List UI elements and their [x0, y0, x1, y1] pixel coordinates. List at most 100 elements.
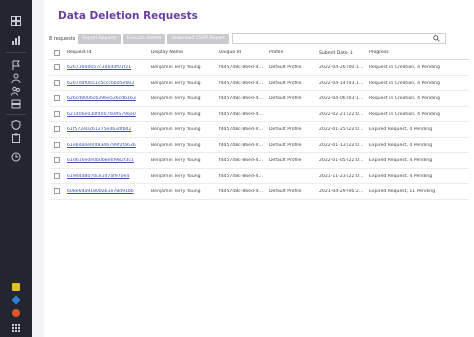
request-id-link[interactable]: 608e6da9180ba61e78d91b6 — [67, 189, 147, 194]
unique-id: f4d5748c-86ed-4a... — [219, 173, 264, 179]
submit-date: 2022-04-26T00:14... — [319, 65, 364, 70]
table-row[interactable]: 62673000057c346ddf01f21 Benjamin Terry Y… — [49, 60, 469, 76]
request-id-link[interactable]: 626cd8006cb296e526cdb163 — [67, 96, 147, 101]
submit-date: 2022-04-14T03:14... — [319, 80, 364, 86]
display-name: Benjamin Terry Young — [151, 158, 201, 163]
progress: Request in Creation, 4 Pending — [369, 111, 440, 117]
row-checkbox[interactable] — [54, 141, 60, 148]
display-name: Benjamin Terry Young — [151, 96, 201, 101]
display-name: Benjamin Terry Young — [151, 65, 201, 70]
sidebar-divider — [6, 52, 26, 53]
row-checkbox[interactable] — [54, 172, 60, 179]
sidebar — [0, 0, 32, 337]
header-request-id[interactable]: Request Id — [67, 50, 147, 55]
request-id-link[interactable]: 6267d4f0b51c5ccc6bd5e6b3 — [67, 81, 147, 86]
profile: Default Profile — [269, 189, 302, 194]
request-id-link[interactable]: 61d616e0e0b0b8e6f982f3c1 — [67, 158, 147, 163]
display-name: Benjamin Terry Young — [151, 189, 201, 194]
table-row[interactable]: 608e6da9180ba61e78d91b6 Benjamin Terry Y… — [49, 184, 469, 200]
header-unique-id[interactable]: Unique Id — [219, 50, 264, 55]
clock-icon[interactable] — [6, 150, 26, 164]
submit-date: 2021-04-29T06:27... — [319, 189, 364, 194]
progress: Expired Request, 4 Pending — [369, 127, 433, 132]
row-checkbox[interactable] — [54, 110, 60, 117]
flag-icon[interactable] — [6, 58, 26, 72]
unique-id: f4d5748c-86ed-4a... — [219, 189, 264, 194]
submit-date: 2021-11-23T22:03... — [319, 173, 364, 179]
table-row[interactable]: 61f572e0261275e463dfbd2 Benjamin Terry Y… — [49, 122, 469, 138]
table-row[interactable]: 6267d4f0b51c5ccc6bd5e6b3 Benjamin Terry … — [49, 76, 469, 91]
request-id-link[interactable]: 62673000057c346ddf01f21 — [67, 65, 147, 70]
row-checkbox[interactable] — [54, 64, 60, 70]
display-name: Benjamin Terry Young — [151, 173, 201, 179]
request-count: 8 requests — [49, 36, 76, 42]
page-title: Data Deletion Requests — [58, 10, 198, 22]
profile: Default Profile — [269, 158, 302, 163]
shield-user-icon[interactable] — [6, 118, 26, 132]
row-checkbox[interactable] — [54, 126, 60, 132]
unique-id: f4d5748c-86ed-4a... — [219, 142, 264, 148]
table-row[interactable]: 621406e030f4007fa9fa796e0 Benjamin Terry… — [49, 107, 469, 122]
submit-date: 2022-02-21T22:08... — [319, 111, 364, 117]
unique-id: f4d5748c-86ed-4a... — [219, 80, 264, 86]
progress: Expired Request, 4 Pending — [369, 158, 433, 163]
toolbar: 8 requests Export Reports Execute Delete… — [49, 33, 231, 45]
header-progress[interactable]: Progress — [369, 50, 469, 55]
submit-date: 2022-01-05T22:03... — [319, 158, 364, 163]
table-header: Request Id Display Name Unique Id Profil… — [49, 46, 469, 60]
app-orange-icon[interactable] — [6, 306, 26, 320]
profile: Default Profile — [269, 127, 302, 132]
progress: Expired Request, 4 Pending — [369, 173, 433, 179]
export-reports-button[interactable]: Export Reports — [78, 34, 121, 44]
sort-down-icon: ↓ — [349, 50, 354, 56]
progress: Expired Request, 4 Pending — [369, 142, 433, 148]
request-id-link[interactable]: 621406e030f4007fa9fa796e0 — [67, 112, 147, 117]
unique-id: f4d5748c-86ed-4a... — [219, 111, 264, 117]
unique-id: f4d5748c-86ed-4a... — [219, 158, 264, 163]
profile: Default Profile — [269, 65, 302, 70]
request-id-link[interactable]: 61ebda0e6f483d6799f2fa636 — [67, 143, 147, 148]
row-checkbox[interactable] — [54, 95, 60, 101]
row-checkbox[interactable] — [54, 188, 60, 194]
sidebar-divider — [6, 114, 26, 115]
users-icon[interactable] — [6, 71, 26, 85]
profile: Default Profile — [269, 96, 302, 101]
progress: Request in Creation, 4 Pending — [369, 96, 440, 101]
server-icon[interactable] — [6, 97, 26, 111]
row-checkbox[interactable] — [54, 157, 60, 163]
display-name: Benjamin Terry Young — [151, 142, 201, 148]
unique-id: f4d5748c-86ed-4a... — [219, 65, 264, 70]
dashboard-icon[interactable] — [6, 14, 26, 28]
requests-table: Request Id Display Name Unique Id Profil… — [49, 46, 469, 200]
request-id-link[interactable]: 619d4d8070ce1d7af970e4 — [67, 174, 147, 179]
group-icon[interactable] — [6, 84, 26, 98]
app-yellow-icon[interactable] — [6, 280, 26, 294]
download-csar-report-button[interactable]: Download CSAR Report — [167, 34, 229, 44]
progress: Expired Request, 11 Pending — [369, 189, 436, 194]
progress: Request in Creation, 4 Pending — [369, 65, 440, 70]
header-submit-date[interactable]: Submit Date ↓ — [319, 50, 364, 56]
search-icon — [433, 35, 440, 42]
display-name: Benjamin Terry Young — [151, 127, 201, 132]
select-all-checkbox[interactable] — [54, 50, 60, 56]
main-panel: Data Deletion Requests 8 requests Export… — [44, 0, 474, 337]
table-row[interactable]: 61ebda0e6f483d6799f2fa636 Benjamin Terry… — [49, 138, 469, 153]
table-row[interactable]: 626cd8006cb296e526cdb163 Benjamin Terry … — [49, 91, 469, 107]
reports-icon[interactable] — [6, 33, 26, 47]
table-row[interactable]: 619d4d8070ce1d7af970e4 Benjamin Terry Yo… — [49, 169, 469, 184]
unique-id: f4d5748c-86ed-4a... — [219, 127, 264, 132]
app-blue-icon[interactable] — [6, 293, 26, 307]
app-grid-icon[interactable] — [6, 321, 26, 335]
submit-date: 2022-01-13T22:03... — [319, 142, 364, 148]
submit-date: 2022-04-06T03:12... — [319, 96, 364, 101]
row-checkbox[interactable] — [54, 79, 60, 86]
table-row[interactable]: 61d616e0e0b0b8e6f982f3c1 Benjamin Terry … — [49, 153, 469, 169]
search-input[interactable] — [232, 33, 446, 44]
submit-date: 2022-01-25T22:09... — [319, 127, 364, 132]
header-display-name[interactable]: Display Name — [151, 50, 215, 55]
execute-delete-button[interactable]: Execute Delete — [122, 34, 166, 44]
clipboard-icon[interactable] — [6, 131, 26, 145]
header-profile[interactable]: Profile — [269, 50, 315, 55]
profile: Default Profile — [269, 80, 302, 86]
request-id-link[interactable]: 61f572e0261275e463dfbd2 — [67, 127, 147, 132]
